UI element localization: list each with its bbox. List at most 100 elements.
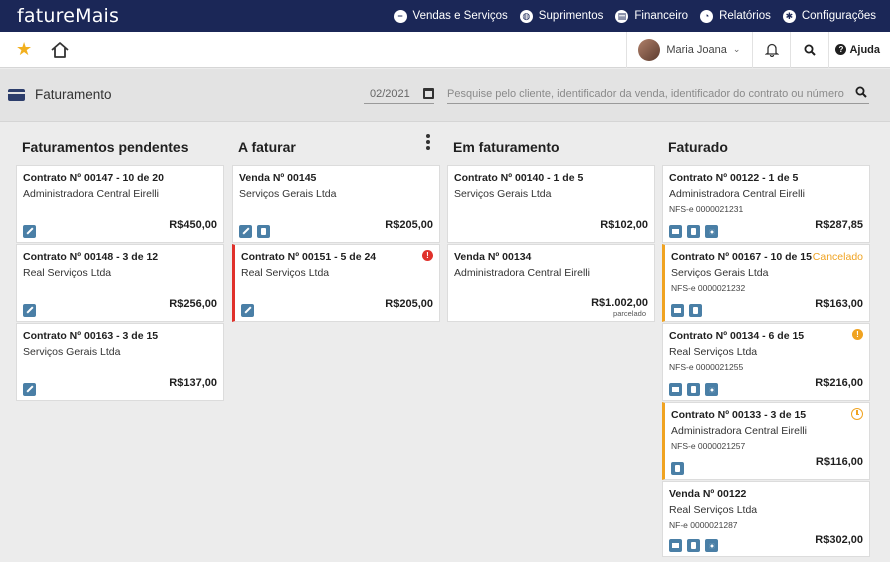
card-actions bbox=[669, 539, 723, 552]
calendar-icon[interactable] bbox=[423, 88, 434, 99]
card-client: Administradora Central Eirelli bbox=[671, 425, 807, 437]
app-logo[interactable]: fatureMais bbox=[17, 5, 119, 27]
card-client: Serviços Gerais Ltda bbox=[239, 188, 337, 200]
email-icon[interactable] bbox=[669, 225, 682, 238]
edit-icon[interactable] bbox=[23, 225, 36, 238]
document-icon[interactable] bbox=[257, 225, 270, 238]
billing-card[interactable]: Contrato Nº 00134 - 6 de 15 ! Real Servi… bbox=[662, 323, 870, 401]
card-title: Contrato Nº 00151 - 5 de 24 bbox=[241, 251, 377, 263]
card-title: Contrato Nº 00147 - 10 de 20 bbox=[23, 172, 164, 184]
global-search-button[interactable] bbox=[790, 31, 828, 68]
billing-card[interactable]: Contrato Nº 00163 - 3 de 15 Serviços Ger… bbox=[16, 323, 224, 401]
menu-financeiro[interactable]: ▤ Financeiro bbox=[615, 9, 688, 23]
edit-icon[interactable] bbox=[23, 383, 36, 396]
search-input[interactable] bbox=[447, 87, 847, 100]
card-client: Serviços Gerais Ltda bbox=[454, 188, 552, 200]
billing-card-icon bbox=[8, 89, 25, 101]
card-value: R$137,00 bbox=[169, 377, 217, 389]
user-menu[interactable]: Maria Joana ⌄ bbox=[626, 31, 752, 68]
menu-suprimentos[interactable]: ◍ Suprimentos bbox=[519, 9, 604, 23]
column-faturamentos-pendentes: Faturamentos pendentes Contrato Nº 00147… bbox=[16, 122, 224, 402]
card-title: Contrato Nº 00163 - 3 de 15 bbox=[23, 330, 159, 342]
warning-icon[interactable]: ! bbox=[852, 329, 863, 340]
billing-card[interactable]: Contrato Nº 00122 - 1 de 5 Administrador… bbox=[662, 165, 870, 243]
invoice-number: NFS-e 0000021231 bbox=[669, 204, 744, 214]
favorite-star-icon[interactable]: ★ bbox=[16, 39, 32, 60]
document-icon[interactable] bbox=[687, 539, 700, 552]
card-actions bbox=[23, 304, 41, 317]
status-badge: Cancelado bbox=[812, 251, 863, 263]
installment-note: parcelado bbox=[613, 309, 646, 318]
period-picker[interactable]: 02/2021 bbox=[364, 84, 434, 104]
card-value: R$102,00 bbox=[600, 219, 648, 231]
wallet-icon: ▤ bbox=[615, 9, 629, 23]
settings-icon[interactable] bbox=[705, 539, 718, 552]
more-options-icon[interactable] bbox=[426, 134, 430, 152]
billing-card[interactable]: Contrato Nº 00147 - 10 de 20 Administrad… bbox=[16, 165, 224, 243]
document-icon[interactable] bbox=[687, 225, 700, 238]
card-client: Real Serviços Ltda bbox=[669, 504, 758, 516]
notifications-button[interactable] bbox=[752, 31, 790, 68]
billing-card[interactable]: Contrato Nº 00151 - 5 de 24 ! Real Servi… bbox=[232, 244, 440, 322]
card-client: Administradora Central Eirelli bbox=[669, 188, 805, 200]
menu-label: Vendas e Serviços bbox=[412, 10, 508, 22]
document-icon[interactable] bbox=[671, 462, 684, 475]
search-icon[interactable] bbox=[855, 86, 867, 98]
document-icon[interactable] bbox=[689, 304, 702, 317]
card-value: R$205,00 bbox=[385, 219, 433, 231]
edit-icon[interactable] bbox=[23, 304, 36, 317]
card-title: Venda Nº 00134 bbox=[454, 251, 532, 263]
card-client: Real Serviços Ltda bbox=[669, 346, 758, 358]
menu-label: Suprimentos bbox=[538, 10, 604, 22]
billing-card[interactable]: Contrato Nº 00133 - 3 de 15 Administrado… bbox=[662, 402, 870, 480]
card-title: Venda Nº 00122 bbox=[669, 488, 747, 500]
secondary-toolbar: ★ Maria Joana ⌄ ? Ajuda bbox=[0, 31, 890, 68]
menu-relatorios[interactable]: ◔ Relatórios bbox=[700, 9, 771, 23]
menu-label: Relatórios bbox=[719, 10, 771, 22]
search-field bbox=[447, 84, 869, 104]
menu-vendas-servicos[interactable]: − Vendas e Serviços bbox=[393, 9, 508, 23]
card-title: Contrato Nº 00140 - 1 de 5 bbox=[454, 172, 584, 184]
card-title: Contrato Nº 00122 - 1 de 5 bbox=[669, 172, 799, 184]
invoice-number: NFS-e 0000021255 bbox=[669, 362, 744, 372]
email-icon[interactable] bbox=[669, 383, 682, 396]
settings-icon[interactable] bbox=[705, 225, 718, 238]
card-actions bbox=[239, 225, 275, 238]
billing-card[interactable]: Contrato Nº 00167 - 10 de 15 Cancelado S… bbox=[662, 244, 870, 322]
card-title: Contrato Nº 00133 - 3 de 15 bbox=[671, 409, 807, 421]
card-value: R$302,00 bbox=[815, 534, 863, 546]
card-value: R$1.002,00 bbox=[591, 297, 648, 309]
card-value: R$116,00 bbox=[815, 456, 863, 468]
settings-icon[interactable] bbox=[705, 383, 718, 396]
invoice-number: NF-e 0000021287 bbox=[669, 520, 738, 530]
top-navbar: fatureMais − Vendas e Serviços ◍ Suprime… bbox=[0, 0, 890, 32]
billing-card[interactable]: Contrato Nº 00148 - 3 de 12 Real Serviço… bbox=[16, 244, 224, 322]
column-faturado: Faturado Contrato Nº 00122 - 1 de 5 Admi… bbox=[662, 122, 870, 558]
card-client: Administradora Central Eirelli bbox=[23, 188, 159, 200]
card-title: Contrato Nº 00134 - 6 de 15 bbox=[669, 330, 805, 342]
menu-label: Configurações bbox=[801, 10, 876, 22]
clock-icon[interactable] bbox=[851, 408, 863, 420]
card-value: R$256,00 bbox=[169, 298, 217, 310]
email-icon[interactable] bbox=[669, 539, 682, 552]
invoice-number: NFS-e 0000021257 bbox=[671, 441, 746, 451]
document-icon[interactable] bbox=[687, 383, 700, 396]
bell-icon bbox=[764, 43, 779, 57]
billing-card[interactable]: Venda Nº 00134 Administradora Central Ei… bbox=[447, 244, 655, 322]
help-button[interactable]: ? Ajuda bbox=[828, 31, 890, 68]
billing-card[interactable]: Contrato Nº 00140 - 1 de 5 Serviços Gera… bbox=[447, 165, 655, 243]
home-icon[interactable] bbox=[50, 40, 70, 60]
menu-configuracoes[interactable]: ✱ Configurações bbox=[782, 9, 876, 23]
edit-icon[interactable] bbox=[241, 304, 254, 317]
minus-circle-icon: − bbox=[393, 9, 407, 23]
card-actions bbox=[669, 225, 723, 238]
edit-icon[interactable] bbox=[239, 225, 252, 238]
globe-icon: ◍ bbox=[519, 9, 533, 23]
billing-card[interactable]: Venda Nº 00122 Real Serviços Ltda NF-e 0… bbox=[662, 481, 870, 557]
toolbar-right: Maria Joana ⌄ ? Ajuda bbox=[626, 31, 890, 68]
alert-icon[interactable]: ! bbox=[422, 250, 433, 261]
billing-card[interactable]: Venda Nº 00145 Serviços Gerais Ltda R$20… bbox=[232, 165, 440, 243]
card-client: Administradora Central Eirelli bbox=[454, 267, 590, 279]
card-value: R$163,00 bbox=[815, 298, 863, 310]
email-icon[interactable] bbox=[671, 304, 684, 317]
